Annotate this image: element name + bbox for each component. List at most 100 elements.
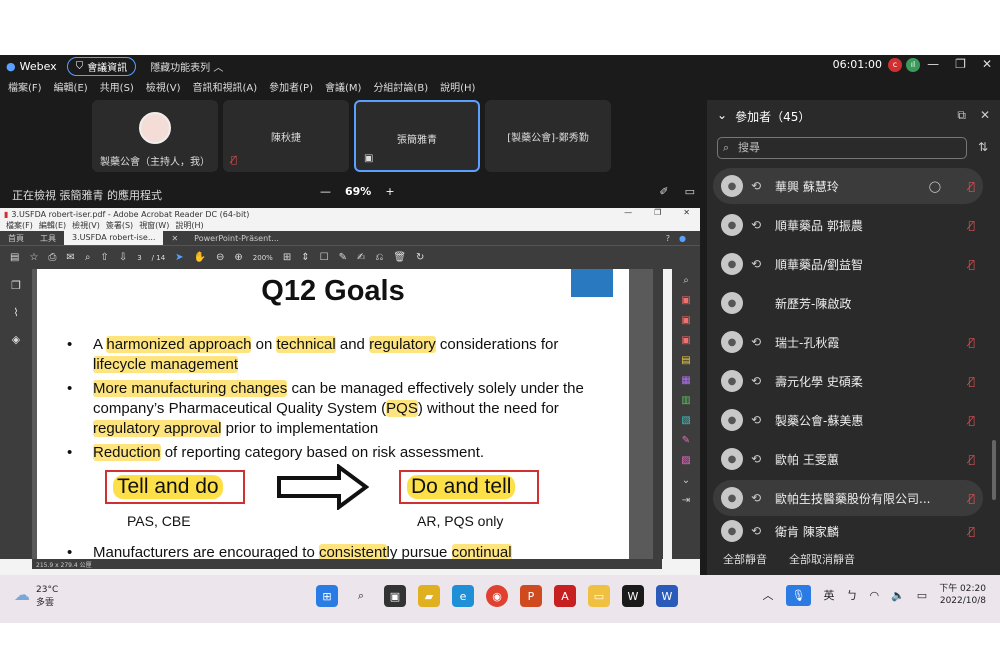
word-icon[interactable]: W [656, 585, 678, 607]
powerpoint-icon[interactable]: P [520, 585, 542, 607]
participants-header[interactable]: ⌄ 參加者（45） [717, 108, 810, 125]
stamp-icon[interactable]: ⎌ [375, 252, 383, 263]
participant-row[interactable]: ● ⟲ 歐帕生技醫藥股份有限公司... 🎙̸ [713, 480, 983, 516]
vertical-scrollbar[interactable] [653, 269, 663, 559]
page-number-input[interactable]: 3 [137, 254, 141, 262]
menu-breakout[interactable]: 分組討論(B) [373, 79, 428, 97]
unmute-all-button[interactable]: 全部取消靜音 [789, 551, 855, 567]
search-tool-icon[interactable]: ⌕ [683, 275, 689, 286]
close-icon[interactable]: ✕ [982, 57, 992, 71]
close-icon[interactable]: ✕ [683, 208, 690, 217]
save-icon[interactable]: ▤ [10, 252, 19, 263]
zoom-out-icon[interactable]: ⊖ [216, 252, 224, 263]
menu-share[interactable]: 共用(S) [100, 79, 134, 97]
zoom-in-icon[interactable]: ⊕ [234, 252, 242, 263]
video-tile-host[interactable]: 製藥公會（主持人，我） [92, 100, 218, 172]
sort-icon[interactable]: ⇅ [978, 140, 988, 154]
search-icon[interactable]: ⌕ [350, 585, 372, 607]
mic-muted-icon[interactable]: 🎙̸ [968, 375, 975, 388]
mic-muted-icon[interactable]: 🎙̸ [968, 219, 975, 232]
comment-icon[interactable]: ☐ [320, 252, 329, 263]
meeting-info-button[interactable]: ⛉ 會議資訊 [66, 56, 137, 76]
participant-row[interactable]: ● ⟲ 歐帕 王雯蕙 🎙̸ [713, 441, 983, 477]
create-pdf-icon[interactable]: ▣ [681, 315, 690, 326]
compress-icon[interactable]: ▧ [681, 415, 690, 426]
bookmark-icon[interactable]: ☆ [29, 252, 38, 263]
sticky-notes-icon[interactable]: ▰ [418, 585, 440, 607]
chevron-up-icon[interactable]: ︿ [763, 587, 774, 603]
video-tile-active[interactable]: 張簡雅青 ▣ [354, 100, 480, 172]
tab-document-2[interactable]: PowerPoint-Präsent... [186, 234, 287, 243]
fit-icon[interactable]: ⊞ [283, 252, 291, 263]
attachment-icon[interactable]: ⌇ [13, 306, 18, 319]
menu-file[interactable]: 檔案(F) [6, 220, 33, 231]
chat-icon[interactable]: ◯ [929, 180, 941, 193]
hand-icon[interactable]: ✋ [194, 252, 206, 263]
zoom-out-button[interactable]: — [320, 185, 331, 198]
participant-row[interactable]: ● ⟲ 壽元化學 史碩柔 🎙̸ [713, 363, 983, 399]
scroll-icon[interactable]: ⇕ [301, 252, 309, 263]
participant-row[interactable]: ● ⟲ 衛肯 陳家麟 🎙̸ [713, 519, 983, 543]
menu-sign[interactable]: 簽署(S) [106, 220, 133, 231]
menu-meeting[interactable]: 會議(M) [325, 79, 361, 97]
horizontal-scrollbar[interactable] [32, 559, 662, 569]
edit-pdf-icon[interactable]: ▣ [681, 335, 690, 346]
participant-row[interactable]: ● ⟲ 瑞士-孔秋霞 🎙̸ [713, 324, 983, 360]
acrobat-icon[interactable]: A [554, 585, 576, 607]
draw-icon[interactable]: ✍ [357, 252, 365, 263]
tab-tools[interactable]: 工具 [32, 233, 64, 244]
mute-all-button[interactable]: 全部靜音 [723, 551, 767, 567]
mic-muted-icon[interactable]: 🎙̸ [968, 180, 975, 193]
hide-menu-toggle[interactable]: 隱藏功能表列 ︿ [150, 59, 223, 74]
menu-view[interactable]: 檢視(V) [146, 79, 181, 97]
menu-help[interactable]: 說明(H) [440, 79, 475, 97]
menu-window[interactable]: 視窗(W) [139, 220, 169, 231]
highlight-icon[interactable]: ✎ [339, 252, 347, 263]
start-icon[interactable]: ⊞ [316, 585, 338, 607]
mic-muted-icon[interactable]: 🎙̸ [968, 525, 975, 538]
menu-edit[interactable]: 編輯(E) [54, 79, 88, 97]
task-view-icon[interactable]: ▣ [384, 585, 406, 607]
menu-participants[interactable]: 參加者(P) [269, 79, 313, 97]
comment-tool-icon[interactable]: ▤ [681, 355, 690, 366]
audio-icon[interactable]: ıl [906, 58, 920, 72]
record-icon[interactable]: c [888, 58, 902, 72]
chrome-icon[interactable]: ◉ [486, 585, 508, 607]
close-panel-icon[interactable]: ✕ [980, 108, 990, 123]
participants-scrollbar[interactable] [992, 440, 996, 500]
search-icon[interactable]: ⌕ [85, 252, 91, 263]
clock[interactable]: 下午 02:20 2022/10/8 [939, 583, 986, 607]
delete-icon[interactable]: 🗑 [393, 252, 406, 263]
tab-close-icon[interactable]: ✕ [163, 234, 186, 243]
maximize-icon[interactable]: ❐ [955, 57, 966, 71]
file-explorer-icon[interactable]: ▭ [588, 585, 610, 607]
battery-icon[interactable]: ▭ [917, 589, 927, 602]
rotate-icon[interactable]: ↻ [416, 252, 424, 263]
mic-muted-icon[interactable]: 🎙̸ [968, 258, 975, 271]
tab-home[interactable]: 首頁 [0, 233, 32, 244]
layers-icon[interactable]: ◈ [12, 333, 20, 346]
participant-row[interactable]: ● ⟲ 順華藥品/劉益智 🎙̸ [713, 246, 983, 282]
print-icon[interactable]: ⎙ [48, 252, 56, 263]
collapse-pane-icon[interactable]: ⇥ [682, 495, 690, 506]
zoom-in-button[interactable]: + [385, 185, 394, 198]
menu-file[interactable]: 檔案(F) [8, 79, 42, 97]
select-icon[interactable]: ➤ [175, 252, 183, 263]
speaker-icon[interactable]: 🔈 [891, 589, 905, 602]
participant-row[interactable]: ● ⟲ 製藥公會-蘇美惠 🎙̸ [713, 402, 983, 438]
menu-edit[interactable]: 編輯(E) [39, 220, 66, 231]
mic-muted-icon[interactable]: 🎙̸ [968, 336, 975, 349]
minimize-icon[interactable]: — [624, 208, 632, 217]
microphone-icon[interactable]: 🎙 [785, 584, 812, 606]
zoom-select[interactable]: 200% [253, 254, 273, 262]
participant-row[interactable]: ● ⟲ 順華藥品 郭振農 🎙̸ [713, 207, 983, 243]
mic-muted-icon[interactable]: 🎙̸ [968, 414, 975, 427]
page-down-icon[interactable]: ⇩ [119, 252, 127, 263]
menu-view[interactable]: 檢視(V) [72, 220, 100, 231]
mail-icon[interactable]: ✉ [66, 252, 74, 263]
weather-widget[interactable]: ☁ 23°C 多雲 [14, 585, 58, 608]
input-language[interactable]: 英 [823, 587, 834, 603]
video-tile[interactable]: 陳秋捷 🎙̸ [223, 100, 349, 172]
minimize-icon[interactable]: — [927, 57, 939, 71]
edge-icon[interactable]: e [452, 585, 474, 607]
